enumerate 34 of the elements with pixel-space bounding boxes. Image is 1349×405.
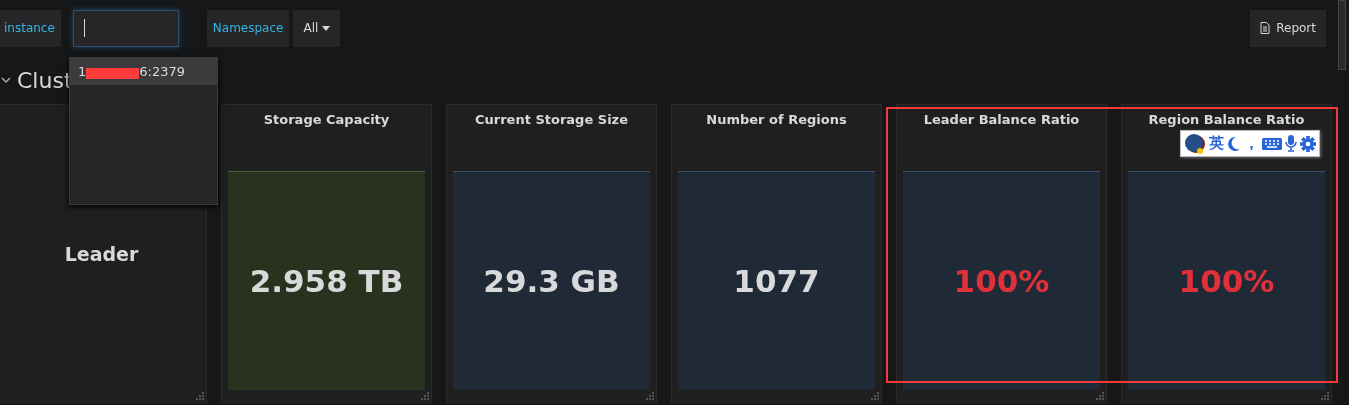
variable-label: Namespace: [206, 9, 290, 47]
panel-title[interactable]: Region Balance Ratio: [1148, 112, 1305, 127]
keyboard-icon[interactable]: [1262, 137, 1282, 150]
panel-text: Leader: [64, 242, 139, 265]
resize-handle-icon[interactable]: [1319, 390, 1329, 400]
stat-value: 1077: [733, 263, 820, 299]
logo-icon[interactable]: [1184, 132, 1206, 155]
caret-icon: [322, 25, 331, 31]
namespace-select[interactable]: All: [293, 9, 341, 47]
resize-handle-icon[interactable]: [869, 390, 879, 400]
panel-title[interactable]: Number of Regions: [706, 112, 847, 127]
microphone-icon[interactable]: [1285, 135, 1297, 152]
panel-title[interactable]: Current Storage Size: [475, 112, 628, 127]
stat-value: 100%: [1178, 263, 1275, 299]
resize-handle-icon[interactable]: [194, 390, 204, 400]
panel-title[interactable]: Leader Balance Ratio: [923, 112, 1080, 127]
scrollbar[interactable]: [1338, 0, 1346, 70]
resize-handle-icon[interactable]: [644, 390, 654, 400]
dropdown-item[interactable]: 1 6:2379: [70, 58, 217, 85]
document-icon: [1260, 22, 1271, 34]
chevron-down-icon[interactable]: [1, 76, 11, 84]
report-button[interactable]: Report: [1250, 9, 1326, 47]
settings-icon[interactable]: [1300, 135, 1316, 152]
moon-icon[interactable]: [1227, 135, 1241, 152]
punctuation-toggle[interactable]: ，: [1244, 134, 1259, 153]
stat-value: 29.3 GB: [483, 263, 620, 299]
panel-title[interactable]: Storage Capacity: [263, 112, 390, 127]
resize-handle-icon[interactable]: [1094, 390, 1104, 400]
language-toggle[interactable]: 英: [1209, 134, 1224, 153]
stat-value: 100%: [953, 263, 1050, 299]
resize-handle-icon[interactable]: [419, 390, 429, 400]
instance-input[interactable]: [72, 9, 179, 47]
stat-value: 2.958 TB: [249, 263, 404, 299]
variable-label: instance: [0, 9, 61, 47]
